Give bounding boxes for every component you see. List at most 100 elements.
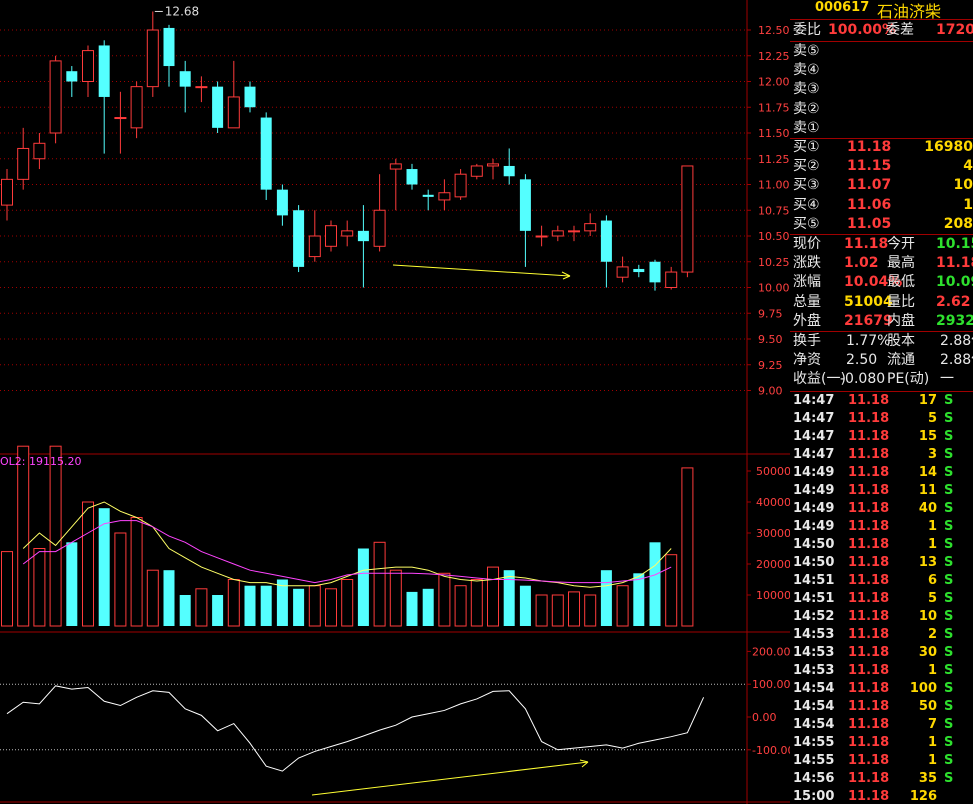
bid-level-label: 买⑤ bbox=[793, 215, 820, 232]
tick-row[interactable]: 14:52 11.18 10 S bbox=[790, 608, 973, 626]
tick-volume: 6 bbox=[927, 573, 937, 588]
tick-volume: 5 bbox=[927, 411, 937, 426]
weicha-label: 委差 bbox=[886, 22, 914, 38]
tick-side: S bbox=[944, 447, 954, 462]
tick-time: 14:52 bbox=[793, 609, 835, 624]
candle-body bbox=[487, 163, 499, 167]
tick-row[interactable]: 14:54 11.18 7 S bbox=[790, 716, 973, 734]
indicator-line bbox=[6, 685, 705, 772]
volume-header: OL2: 19115.20 bbox=[0, 455, 81, 468]
price-tick-label: 12.25 bbox=[758, 50, 790, 63]
tick-row[interactable]: 14:55 11.18 1 S bbox=[790, 752, 973, 770]
tick-row[interactable]: 14:49 11.18 1 S bbox=[790, 518, 973, 536]
tick-time: 14:54 bbox=[793, 681, 835, 696]
tick-price: 11.18 bbox=[848, 411, 890, 426]
vol-tick-label: 40000 bbox=[756, 496, 790, 509]
tick-row[interactable]: 14:50 11.18 1 S bbox=[790, 536, 973, 554]
tick-side: S bbox=[944, 483, 954, 498]
tick-row[interactable]: 14:54 11.18 50 S bbox=[790, 698, 973, 716]
tick-volume: 30 bbox=[918, 645, 937, 660]
tick-time: 14:50 bbox=[793, 537, 835, 552]
tick-time: 14:51 bbox=[793, 573, 835, 588]
tick-row[interactable]: 14:55 11.18 1 S bbox=[790, 734, 973, 752]
tick-row[interactable]: 14:49 11.18 40 S bbox=[790, 500, 973, 518]
stat-value: 一 bbox=[940, 371, 954, 388]
tick-row[interactable]: 14:47 11.18 15 S bbox=[790, 428, 973, 446]
tick-price: 11.18 bbox=[848, 591, 890, 606]
tick-row[interactable]: 14:47 11.18 5 S bbox=[790, 410, 973, 428]
tick-time: 14:47 bbox=[793, 447, 835, 462]
kline-chart-area[interactable]: 12.50 12.25 12.00 11.75 11.50 11.25 11.00 10.75… bbox=[0, 0, 790, 804]
stock-code: 000617 bbox=[815, 0, 870, 15]
candle-body bbox=[308, 235, 321, 258]
tick-time: 14:50 bbox=[793, 555, 835, 570]
candle-body bbox=[551, 230, 564, 237]
volume-bar bbox=[665, 554, 678, 627]
tick-row[interactable]: 14:53 11.18 1 S bbox=[790, 662, 973, 680]
volume-bar bbox=[341, 579, 354, 627]
candle-body bbox=[212, 86, 224, 128]
tick-time: 14:53 bbox=[793, 663, 835, 678]
candle-body bbox=[616, 266, 629, 278]
tick-volume: 7 bbox=[927, 717, 937, 732]
candle-body bbox=[584, 223, 597, 232]
candle-body bbox=[389, 163, 402, 170]
tick-volume: 11 bbox=[918, 483, 937, 498]
price-tick-label: 9.25 bbox=[758, 359, 783, 372]
quote-stat-row: 现价 11.18今开 10.15 bbox=[790, 235, 973, 254]
tick-row[interactable]: 14:47 11.18 17 S bbox=[790, 392, 973, 410]
tick-volume: 50 bbox=[918, 699, 937, 714]
tick-row[interactable]: 14:54 11.18 100 S bbox=[790, 680, 973, 698]
tick-volume: 10 bbox=[918, 609, 937, 624]
indicator-trend-arrow-head bbox=[579, 759, 589, 763]
tick-time: 14:54 bbox=[793, 717, 835, 732]
volume-bar bbox=[568, 591, 580, 627]
tick-row[interactable]: 14:47 11.18 3 S bbox=[790, 446, 973, 464]
stat-value: 11.18 bbox=[844, 236, 889, 252]
divider bbox=[790, 19, 973, 20]
candle-body bbox=[681, 165, 694, 273]
tick-row[interactable]: 15:00 11.18 126 bbox=[790, 788, 973, 804]
tick-row[interactable]: 14:53 11.18 30 S bbox=[790, 644, 973, 662]
tick-price: 11.18 bbox=[848, 555, 890, 570]
candle-body bbox=[600, 220, 612, 262]
price-tick-label: 9.75 bbox=[758, 307, 783, 320]
tick-side: S bbox=[944, 699, 954, 714]
volume-bar bbox=[179, 595, 191, 626]
tick-price: 11.18 bbox=[848, 627, 890, 642]
stat-label: 总量 bbox=[793, 293, 821, 310]
price-tick-label: 10.00 bbox=[758, 282, 790, 295]
bid-price: 11.07 bbox=[847, 177, 892, 194]
tick-row[interactable]: 14:49 11.18 11 S bbox=[790, 482, 973, 500]
volume-bar bbox=[406, 591, 418, 626]
trend-arrow-head bbox=[562, 275, 571, 280]
tick-time: 14:47 bbox=[793, 393, 835, 408]
candle-body bbox=[66, 71, 78, 82]
volume-bar bbox=[389, 569, 402, 627]
tick-row[interactable]: 14:56 11.18 35 S bbox=[790, 770, 973, 788]
candle-body bbox=[17, 147, 30, 180]
bid-volume: 208 bbox=[943, 215, 973, 232]
tick-volume: 126 bbox=[909, 789, 937, 804]
tick-volume: 1 bbox=[927, 519, 937, 534]
ask-row: 卖② bbox=[790, 100, 973, 119]
tick-row[interactable]: 14:53 11.18 2 S bbox=[790, 626, 973, 644]
volume-bar bbox=[584, 594, 597, 627]
tick-side: S bbox=[944, 609, 954, 624]
tick-row[interactable]: 14:49 11.18 14 S bbox=[790, 464, 973, 482]
candle-body bbox=[146, 29, 159, 88]
stat-value: 51004 bbox=[844, 293, 893, 310]
volume-bar bbox=[212, 595, 224, 626]
tick-time: 14:49 bbox=[793, 483, 835, 498]
tick-price: 11.18 bbox=[848, 789, 890, 804]
price-tick-label: 11.75 bbox=[758, 101, 790, 114]
trend-arrow bbox=[392, 264, 571, 277]
tick-row[interactable]: 14:50 11.18 13 S bbox=[790, 554, 973, 572]
tick-row[interactable]: 14:51 11.18 5 S bbox=[790, 590, 973, 608]
volume-bar bbox=[454, 585, 467, 627]
volume-bar bbox=[163, 570, 175, 626]
grid-lines bbox=[0, 0, 790, 804]
tick-row[interactable]: 14:51 11.18 6 S bbox=[790, 572, 973, 590]
candle-body bbox=[373, 209, 386, 247]
volume-bar bbox=[17, 445, 30, 627]
